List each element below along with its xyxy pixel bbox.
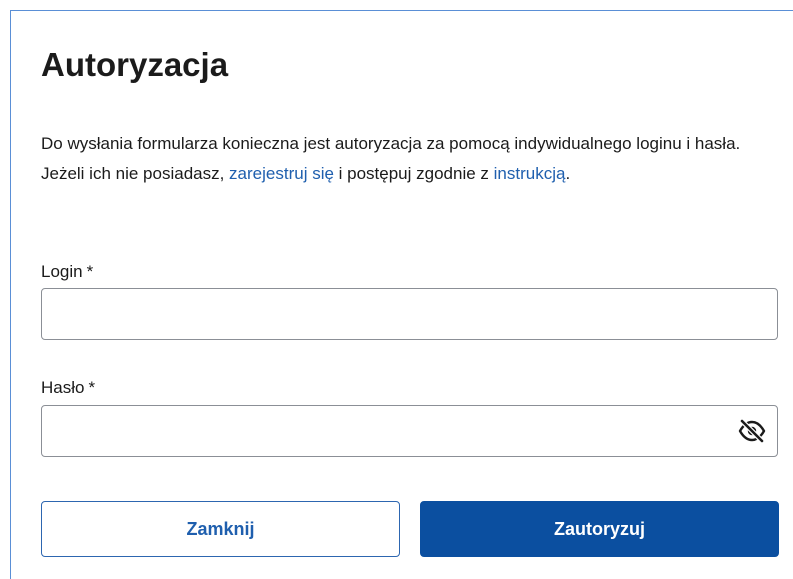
password-required-mark: *: [88, 378, 96, 397]
intro-text: Do wysłania formularza konieczna jest au…: [41, 129, 761, 189]
login-label: Login *: [41, 261, 93, 283]
login-required-mark: *: [86, 262, 94, 281]
authorize-button[interactable]: Zautoryzuj: [420, 501, 779, 557]
register-link[interactable]: zarejestruj się: [229, 164, 334, 183]
password-label: Hasło *: [41, 377, 95, 399]
intro-text-part-3: .: [565, 164, 571, 183]
login-label-text: Login: [41, 262, 83, 281]
password-input[interactable]: [41, 405, 778, 457]
eye-slash-icon[interactable]: [738, 418, 766, 444]
dialog-title: Autoryzacja: [41, 46, 229, 83]
login-input[interactable]: [41, 288, 778, 340]
close-button[interactable]: Zamknij: [41, 501, 400, 557]
authorization-dialog: Autoryzacja Do wysłania formularza konie…: [10, 10, 793, 579]
instructions-link[interactable]: instrukcją: [494, 164, 566, 183]
intro-text-part-2: i postępuj zgodnie z: [333, 164, 494, 183]
password-label-text: Hasło: [41, 378, 85, 397]
password-field: [41, 405, 778, 457]
